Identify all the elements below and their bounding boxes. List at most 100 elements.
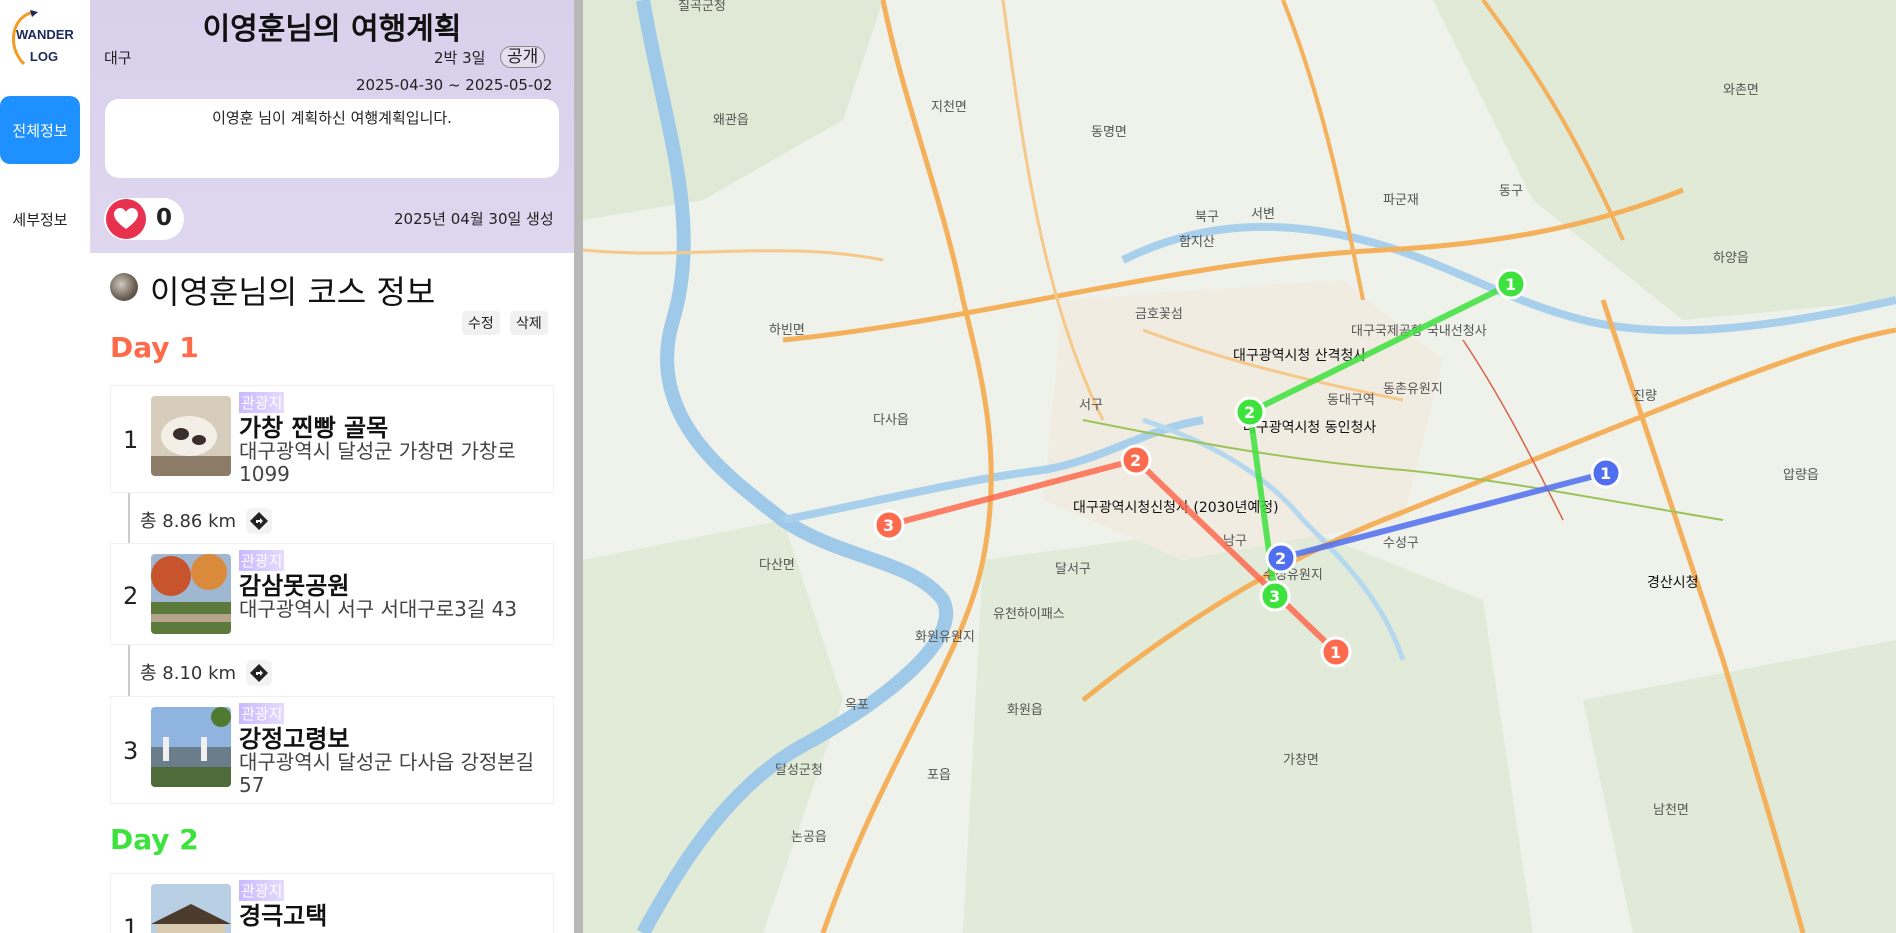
map-label: 하양읍 xyxy=(1713,251,1749,266)
place-number: 1 xyxy=(123,426,139,454)
map-label: 서구 xyxy=(1079,398,1103,413)
svg-text:3: 3 xyxy=(1269,587,1280,606)
place-thumbnail xyxy=(151,554,231,634)
heart-icon xyxy=(106,199,146,239)
map-marker-day1-2[interactable]: 2 xyxy=(1120,444,1152,476)
distance-1-2: 총 8.86 km xyxy=(140,511,237,532)
map-marker-day3-2[interactable]: 2 xyxy=(1265,542,1297,574)
map-marker-day2-2[interactable]: 2 xyxy=(1234,396,1266,428)
map-label: 화원읍 xyxy=(1007,703,1043,718)
map-label: 달성군청 xyxy=(775,763,823,778)
map-marker-day2-1[interactable]: 1 xyxy=(1495,268,1527,300)
map-label: 수성구 xyxy=(1383,536,1419,551)
map-label: 옥포 xyxy=(845,698,869,713)
place-name: 가창 찐빵 골목 xyxy=(239,414,389,442)
map-label: 다산면 xyxy=(759,558,795,573)
plan-title: 이영훈님의 여행계획 xyxy=(202,12,462,47)
map-label: 서변 xyxy=(1251,207,1275,222)
plan-description-text: 이영훈 님이 계획하신 여행계획입니다. xyxy=(212,109,452,127)
like-button[interactable]: 0 xyxy=(104,198,184,240)
map-view[interactable]: 칠곡군청 왜관읍 지천면 동명면 북구 함지산 서변 파군재 동구 와촌면 하양… xyxy=(583,0,1896,933)
svg-text:2: 2 xyxy=(1130,451,1141,470)
distance-2-3: 총 8.10 km xyxy=(140,663,237,684)
place-name: 강정고령보 xyxy=(239,725,350,753)
map-label: 동구 xyxy=(1499,184,1523,199)
created-date: 2025년 04월 30일 생성 xyxy=(394,210,554,228)
place-thumbnail xyxy=(151,396,231,476)
map-label: 대구광역시청 동인청사 xyxy=(1243,420,1376,436)
map-label: 동명면 xyxy=(1091,125,1127,140)
map-label: 와촌면 xyxy=(1723,83,1759,98)
delete-button[interactable]: 삭제 xyxy=(510,311,548,335)
map-label: 경산시청 xyxy=(1647,575,1699,591)
map-label: 함지산 xyxy=(1179,235,1215,250)
map-label: 동촌유원지 xyxy=(1383,382,1443,397)
svg-text:2: 2 xyxy=(1275,549,1286,568)
map-label: 파군재 xyxy=(1383,193,1419,208)
logo-line1: WANDER xyxy=(16,27,74,42)
directions-icon[interactable] xyxy=(246,508,272,534)
like-count: 0 xyxy=(156,205,173,231)
map-label: 대구광역시청신청사 (2030년예정) xyxy=(1073,500,1279,516)
map-label: 지천면 xyxy=(931,100,967,115)
place-address: 대구광역시 달성군 가창면 가창로 1099 xyxy=(239,439,516,486)
plan-dates: 2025-04-30 ~ 2025-05-02 xyxy=(356,76,553,94)
map-label: 포읍 xyxy=(927,768,951,783)
logo-text: WANDER LOG xyxy=(16,24,74,68)
day-label-2: Day 2 xyxy=(110,823,199,856)
svg-text:1: 1 xyxy=(1600,464,1611,483)
visibility-toggle[interactable]: 공개 xyxy=(500,46,546,68)
nav-detail-button[interactable]: 세부정보 xyxy=(0,185,80,253)
place-card-day2-1[interactable]: 1 관광지 경극고택 xyxy=(110,873,554,933)
map-marker-day2-3[interactable]: 3 xyxy=(1259,580,1291,612)
course-section: 이영훈님의 코스 정보 수정 삭제 Day 1 1 관광지 가창 찐빵 골목 대… xyxy=(90,253,574,933)
map-label: 가창면 xyxy=(1283,753,1319,768)
map-label: 동대구역 xyxy=(1327,393,1375,408)
map-label: 왜관읍 xyxy=(713,113,749,128)
map-label: 유천하이패스 xyxy=(993,607,1065,622)
place-address: 대구광역시 서구 서대구로3길 43 xyxy=(239,597,518,621)
plan-duration: 2박 3일 xyxy=(434,49,486,67)
map-label: 금호꽃섬 xyxy=(1135,307,1183,322)
map-label: 다사읍 xyxy=(873,413,909,428)
map-label: 압량읍 xyxy=(1783,468,1819,483)
logo-line2: LOG xyxy=(29,49,59,64)
edit-button[interactable]: 수정 xyxy=(462,311,500,335)
place-number: 3 xyxy=(123,737,139,765)
nav-overview-button[interactable]: 전체정보 xyxy=(0,96,80,164)
place-card-day1-3[interactable]: 3 관광지 강정고령보 대구광역시 달성군 다사읍 강정본길 57 xyxy=(110,696,554,804)
svg-text:1: 1 xyxy=(1505,275,1516,294)
app-root: WANDER LOG 전체정보 세부정보 이영훈님의 여행계획 대구 2박 3일… xyxy=(0,0,1896,933)
map-label: 남천면 xyxy=(1653,803,1689,818)
place-name: 감삼못공원 xyxy=(239,572,350,600)
svg-text:2: 2 xyxy=(1244,403,1255,422)
map-marker-day3-1[interactable]: 1 xyxy=(1590,457,1622,489)
map-marker-day1-3[interactable]: 3 xyxy=(873,509,905,541)
map-label: 달서구 xyxy=(1055,562,1091,577)
place-thumbnail xyxy=(151,884,231,933)
place-thumbnail xyxy=(151,707,231,787)
scrollbar-thumb[interactable] xyxy=(574,0,583,933)
panel-scrollbar[interactable] xyxy=(574,0,583,933)
map-label: 하빈면 xyxy=(769,323,805,338)
wanderlog-logo[interactable]: WANDER LOG xyxy=(4,6,74,72)
map-label: 북구 xyxy=(1195,210,1219,225)
directions-icon[interactable] xyxy=(246,660,272,686)
svg-text:3: 3 xyxy=(883,516,894,535)
place-card-day1-2[interactable]: 2 관광지 감삼못공원 대구광역시 서구 서대구로3길 43 xyxy=(110,543,554,645)
plan-description: 이영훈 님이 계획하신 여행계획입니다. xyxy=(105,99,559,178)
place-name: 경극고택 xyxy=(239,902,328,930)
place-number: 1 xyxy=(123,914,139,933)
map-label: 진량 xyxy=(1633,389,1657,404)
map-canvas: 칠곡군청 왜관읍 지천면 동명면 북구 함지산 서변 파군재 동구 와촌면 하양… xyxy=(583,0,1896,933)
course-title: 이영훈님의 코스 정보 xyxy=(150,273,436,311)
place-number: 2 xyxy=(123,582,139,610)
map-marker-day1-1[interactable]: 1 xyxy=(1320,636,1352,668)
avatar xyxy=(110,273,138,301)
day-label-1: Day 1 xyxy=(110,331,199,364)
place-card-day1-1[interactable]: 1 관광지 가창 찐빵 골목 대구광역시 달성군 가창면 가창로 1099 xyxy=(110,385,554,493)
map-label: 칠곡군청 xyxy=(678,0,726,14)
map-label: 논공읍 xyxy=(791,830,827,845)
place-address: 대구광역시 달성군 다사읍 강정본길 57 xyxy=(239,750,535,797)
left-nav: WANDER LOG 전체정보 세부정보 xyxy=(0,0,90,933)
